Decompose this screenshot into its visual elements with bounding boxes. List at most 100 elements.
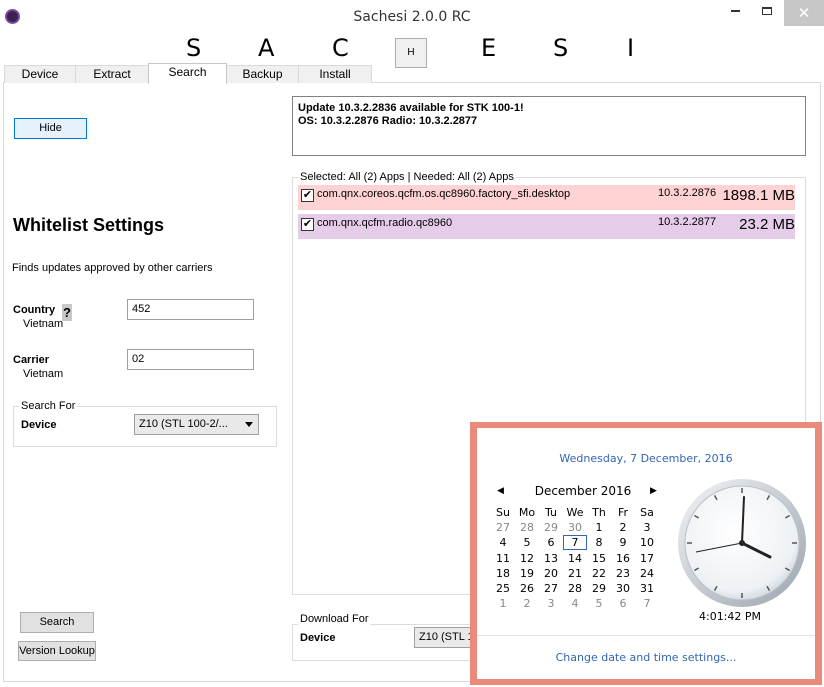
help-icon[interactable]: ? bbox=[62, 304, 72, 321]
calendar-day[interactable]: 14 bbox=[563, 551, 587, 566]
calendar-day[interactable]: 15 bbox=[587, 551, 611, 566]
calendar-day[interactable]: 1 bbox=[491, 596, 515, 611]
calendar-day[interactable]: 6 bbox=[611, 596, 635, 611]
calendar-day[interactable]: 29 bbox=[539, 520, 563, 535]
app-name: com.qnx.coreos.qcfm.os.qc8960.factory_sf… bbox=[317, 188, 571, 200]
weekday-header: Sa bbox=[640, 506, 654, 519]
maximize-icon bbox=[762, 6, 772, 15]
chevron-down-icon bbox=[245, 422, 253, 427]
calendar-day[interactable]: 11 bbox=[491, 551, 515, 566]
calendar-day[interactable]: 20 bbox=[539, 566, 563, 581]
calendar-day[interactable]: 4 bbox=[491, 535, 515, 550]
carrier-label: Carrier bbox=[13, 354, 50, 366]
tab-install[interactable]: Install bbox=[298, 65, 372, 83]
calendar-day[interactable]: 5 bbox=[587, 596, 611, 611]
download-for-legend: Download For bbox=[298, 613, 371, 625]
clock-flyout: Wednesday, 7 December, 2016 ◀ December 2… bbox=[470, 422, 822, 685]
analog-clock-icon bbox=[678, 479, 806, 607]
list-item[interactable]: ✔ com.qnx.qcfm.radio.qc8960 10.3.2.2877 … bbox=[298, 214, 795, 239]
calendar-day[interactable]: 28 bbox=[515, 520, 539, 535]
tab-backup[interactable]: Backup bbox=[226, 65, 299, 83]
long-date-link[interactable]: Wednesday, 7 December, 2016 bbox=[477, 452, 815, 465]
app-checkbox[interactable]: ✔ bbox=[301, 189, 314, 202]
hide-button[interactable]: Hide bbox=[14, 118, 87, 139]
calendar-day[interactable]: 1 bbox=[587, 520, 611, 535]
calendar-day[interactable]: 7 bbox=[563, 535, 587, 551]
close-button[interactable]: ✕ bbox=[784, 0, 824, 26]
header-letter-c: C bbox=[332, 34, 349, 62]
whitelist-settings-title: Whitelist Settings bbox=[13, 215, 165, 235]
calendar-day[interactable]: 24 bbox=[635, 566, 659, 581]
prev-month-icon[interactable]: ◀ bbox=[497, 485, 504, 496]
calendar-day[interactable]: 18 bbox=[491, 566, 515, 581]
calendar-day[interactable]: 27 bbox=[539, 581, 563, 596]
change-date-time-settings-link[interactable]: Change date and time settings... bbox=[477, 651, 815, 664]
tab-device[interactable]: Device bbox=[4, 65, 76, 83]
download-device-label: Device bbox=[300, 632, 336, 644]
calendar-day[interactable]: 10 bbox=[635, 535, 659, 550]
calendar-month-label[interactable]: December 2016 bbox=[523, 484, 643, 498]
clock-flyout-panel: Wednesday, 7 December, 2016 ◀ December 2… bbox=[477, 428, 815, 679]
search-device-label: Device bbox=[21, 419, 57, 431]
calendar-day[interactable]: 3 bbox=[635, 520, 659, 535]
weekday-header: We bbox=[566, 506, 584, 519]
download-device-value: Z10 (STL 1 bbox=[419, 631, 474, 643]
calendar-day[interactable]: 21 bbox=[563, 566, 587, 581]
calendar-day[interactable]: 23 bbox=[611, 566, 635, 581]
app-checkbox[interactable]: ✔ bbox=[301, 218, 314, 231]
country-name: Vietnam bbox=[23, 318, 64, 330]
tab-search[interactable]: Search bbox=[148, 63, 227, 84]
calendar-day[interactable]: 19 bbox=[515, 566, 539, 581]
weekday-header: Th bbox=[592, 506, 606, 519]
window-title: Sachesi 2.0.0 RC bbox=[353, 9, 471, 25]
calendar-day[interactable]: 17 bbox=[635, 551, 659, 566]
calendar-day[interactable]: 6 bbox=[539, 535, 563, 550]
calendar-day[interactable]: 16 bbox=[611, 551, 635, 566]
app-version: 10.3.2.2876 bbox=[658, 187, 717, 199]
calendar-day[interactable]: 26 bbox=[515, 581, 539, 596]
calendar-day[interactable]: 8 bbox=[587, 535, 611, 550]
carrier-input[interactable]: 02 bbox=[127, 349, 254, 370]
calendar-day[interactable]: 25 bbox=[491, 581, 515, 596]
calendar-day[interactable]: 7 bbox=[635, 596, 659, 611]
update-available-text: Update 10.3.2.2836 available for STK 100… bbox=[298, 102, 524, 114]
search-device-select[interactable]: Z10 (STL 100-2/... bbox=[134, 414, 259, 435]
header-letter-s: S bbox=[186, 34, 202, 62]
list-item[interactable]: ✔ com.qnx.coreos.qcfm.os.qc8960.factory_… bbox=[298, 185, 795, 210]
search-device-value: Z10 (STL 100-2/... bbox=[139, 418, 228, 430]
h-button[interactable]: H bbox=[395, 38, 427, 68]
calendar-day[interactable]: 3 bbox=[539, 596, 563, 611]
calendar-day[interactable]: 5 bbox=[515, 535, 539, 550]
carrier-name: Vietnam bbox=[23, 368, 64, 380]
digital-time: 4:01:42 PM bbox=[698, 610, 762, 623]
calendar-day[interactable]: 30 bbox=[611, 581, 635, 596]
calendar-day[interactable]: 4 bbox=[563, 596, 587, 611]
maximize-button[interactable] bbox=[752, 0, 782, 26]
calendar-day[interactable]: 13 bbox=[539, 551, 563, 566]
calendar-day[interactable]: 31 bbox=[635, 581, 659, 596]
app-size: 23.2 MB bbox=[739, 216, 795, 233]
calendar-day[interactable]: 9 bbox=[611, 535, 635, 550]
calendar-day[interactable]: 2 bbox=[515, 596, 539, 611]
calendar-day[interactable]: 29 bbox=[587, 581, 611, 596]
download-device-select[interactable]: Z10 (STL 1 bbox=[414, 627, 474, 648]
calendar-day[interactable]: 2 bbox=[611, 520, 635, 535]
next-month-icon[interactable]: ▶ bbox=[650, 485, 657, 496]
weekday-header: Tu bbox=[544, 506, 558, 519]
apps-selection-legend: Selected: All (2) Apps | Needed: All (2)… bbox=[298, 171, 516, 183]
calendar-day[interactable]: 30 bbox=[563, 520, 587, 535]
app-version: 10.3.2.2877 bbox=[658, 216, 717, 228]
header-letter-s2: S bbox=[553, 34, 569, 62]
title-bar: Sachesi 2.0.0 RC ✕ bbox=[0, 0, 824, 32]
calendar-day[interactable]: 12 bbox=[515, 551, 539, 566]
search-button[interactable]: Search bbox=[20, 612, 94, 633]
version-lookup-button[interactable]: Version Lookup bbox=[18, 641, 96, 661]
calendar-day[interactable]: 27 bbox=[491, 520, 515, 535]
header-letter-e: E bbox=[481, 34, 497, 62]
tab-extract[interactable]: Extract bbox=[75, 65, 149, 83]
country-input[interactable]: 452 bbox=[127, 299, 254, 320]
minimize-button[interactable] bbox=[720, 0, 750, 26]
calendar-day[interactable]: 22 bbox=[587, 566, 611, 581]
calendar-day[interactable]: 28 bbox=[563, 581, 587, 596]
country-label: Country bbox=[13, 304, 56, 316]
